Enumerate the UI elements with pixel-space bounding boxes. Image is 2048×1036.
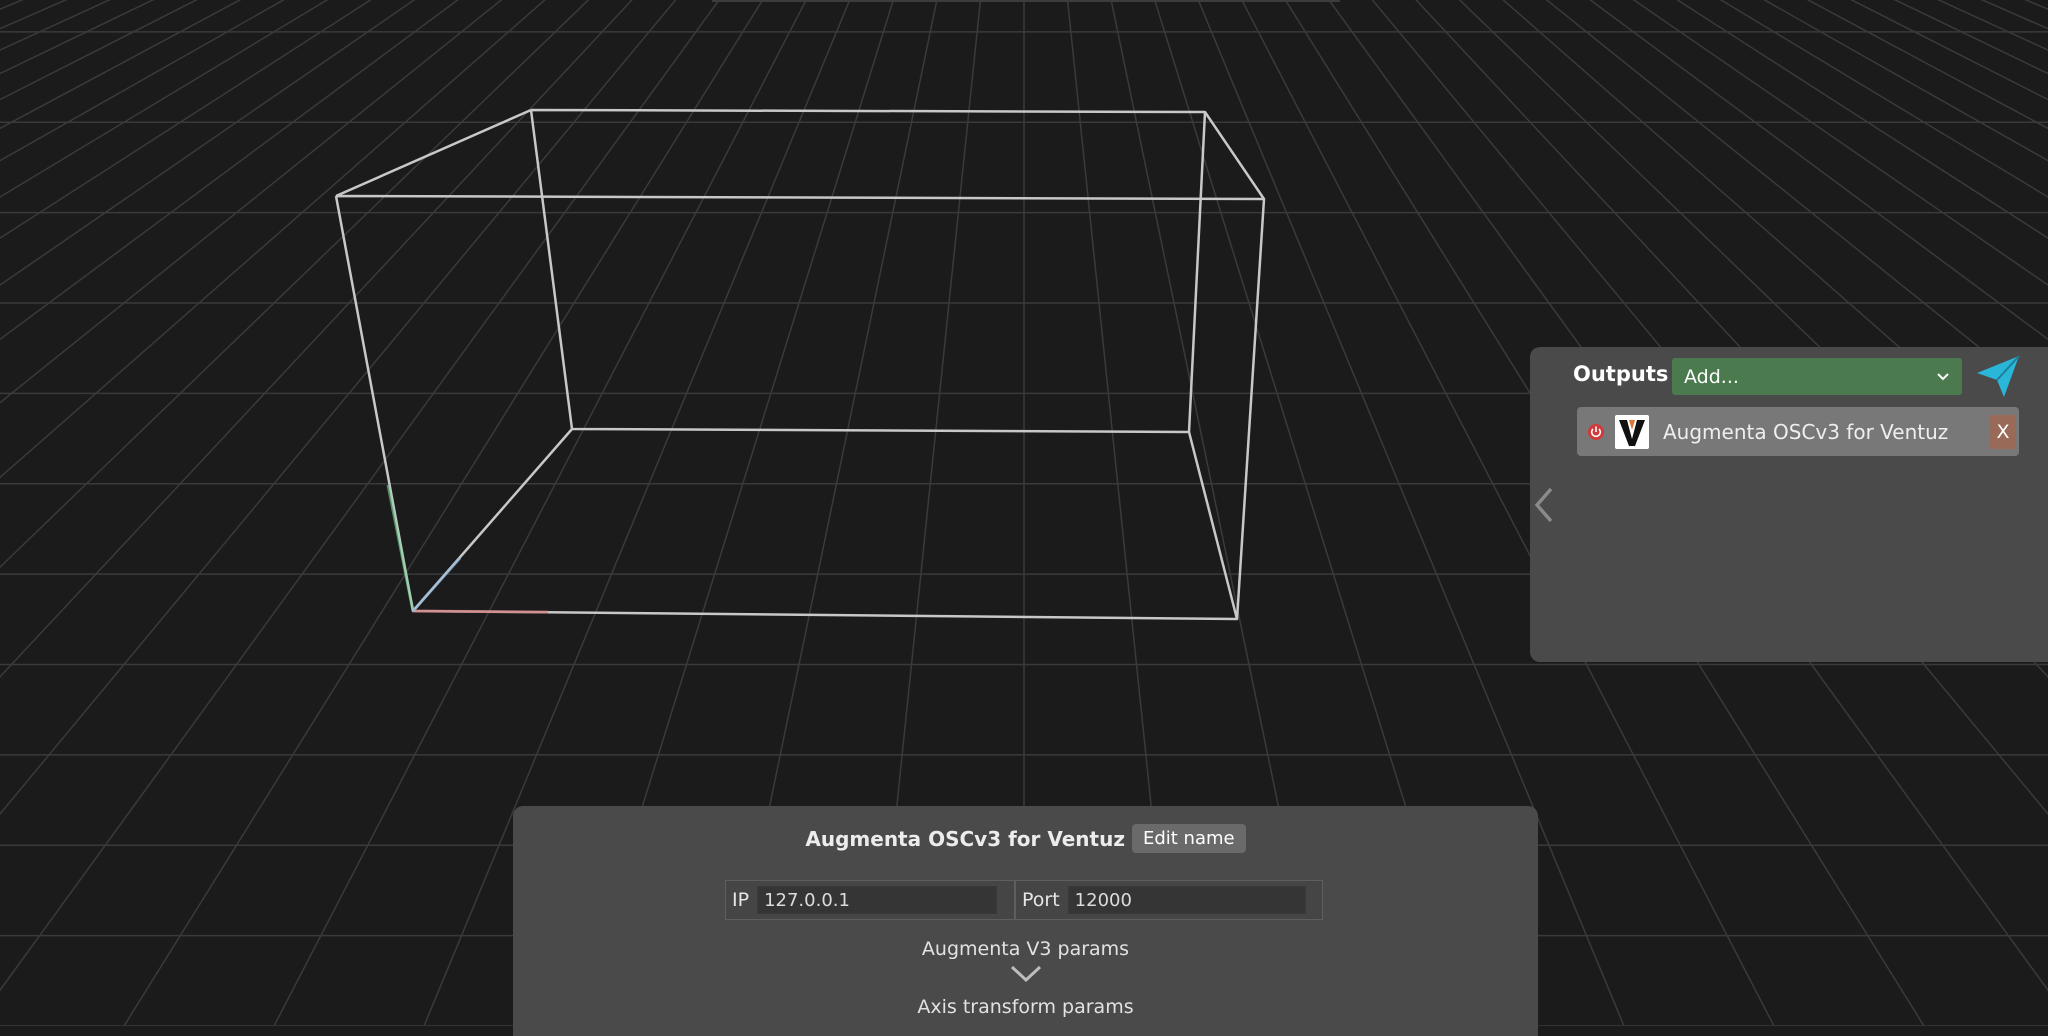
edit-name-button[interactable]: Edit name bbox=[1131, 824, 1246, 853]
chevron-left-icon bbox=[1534, 487, 1553, 523]
editor-title-row: Augmenta OSCv3 for Ventuz Edit name bbox=[513, 824, 1538, 853]
outputs-title: Outputs bbox=[1573, 362, 1669, 386]
add-output-select[interactable]: Add... bbox=[1672, 358, 1962, 395]
top-bar-edge bbox=[712, 0, 1340, 2]
section-augmenta-v3-params[interactable]: Augmenta V3 params bbox=[513, 938, 1538, 960]
output-list-item[interactable]: Augmenta OSCv3 for Ventuz X bbox=[1577, 407, 2019, 456]
send-icon[interactable] bbox=[1974, 353, 2022, 401]
section-axis-transform-params[interactable]: Axis transform params bbox=[513, 996, 1538, 1018]
add-output-select-value: Add... bbox=[1684, 365, 1739, 388]
collapse-panel-button[interactable] bbox=[1530, 485, 1558, 525]
port-input[interactable] bbox=[1067, 886, 1306, 914]
ip-input[interactable] bbox=[757, 886, 998, 914]
dropdown-caret-icon bbox=[1937, 372, 1949, 380]
output-editor-panel: Augmenta OSCv3 for Ventuz Edit name IP P… bbox=[513, 806, 1538, 1036]
power-icon[interactable] bbox=[1587, 423, 1605, 441]
remove-output-button[interactable]: X bbox=[1990, 414, 2016, 449]
chevron-down-icon[interactable] bbox=[1009, 964, 1043, 984]
port-label: Port bbox=[1022, 889, 1060, 911]
ip-field-group: IP bbox=[725, 880, 1015, 920]
port-field-group: Port bbox=[1015, 880, 1323, 920]
ventuz-logo-icon bbox=[1615, 414, 1649, 449]
editor-title: Augmenta OSCv3 for Ventuz bbox=[805, 826, 1125, 851]
ip-label: IP bbox=[732, 889, 750, 911]
wireframe-box bbox=[334, 108, 1266, 621]
connection-fields: IP Port bbox=[725, 880, 1323, 920]
output-name: Augmenta OSCv3 for Ventuz bbox=[1663, 419, 1949, 444]
